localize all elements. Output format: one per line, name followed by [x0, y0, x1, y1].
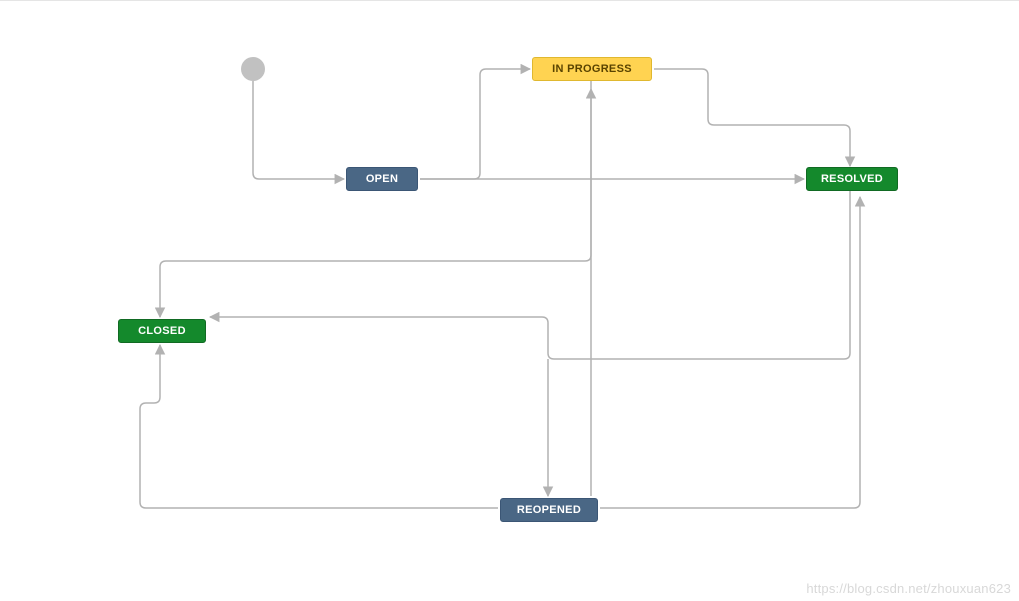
state-open[interactable]: OPEN — [346, 167, 418, 191]
state-resolved[interactable]: RESOLVED — [806, 167, 898, 191]
watermark-text: https://blog.csdn.net/zhouxuan623 — [806, 581, 1011, 596]
state-closed[interactable]: CLOSED — [118, 319, 206, 343]
start-node — [241, 57, 265, 81]
state-reopened[interactable]: REOPENED — [500, 498, 598, 522]
state-inprogress-label: IN PROGRESS — [552, 63, 632, 75]
state-reopened-label: REOPENED — [517, 504, 581, 516]
state-inprogress[interactable]: IN PROGRESS — [532, 57, 652, 81]
edge-resolved-closed-2 — [210, 191, 850, 359]
edge-start-open — [253, 81, 344, 179]
edge-reopened-closed — [140, 345, 498, 508]
edge-inprogress-closed — [160, 81, 591, 317]
workflow-diagram: OPEN IN PROGRESS RESOLVED CLOSED REOPENE… — [0, 0, 1019, 601]
state-closed-label: CLOSED — [138, 325, 186, 337]
edge-open-inprogress — [420, 69, 530, 179]
state-open-label: OPEN — [366, 173, 398, 185]
edge-resolved-closed — [160, 191, 850, 359]
edge-reopened-closed-2 — [140, 345, 498, 508]
edge-reopened-resolved — [600, 197, 860, 508]
state-resolved-label: RESOLVED — [821, 173, 883, 185]
edge-inprogress-resolved — [654, 69, 850, 166]
